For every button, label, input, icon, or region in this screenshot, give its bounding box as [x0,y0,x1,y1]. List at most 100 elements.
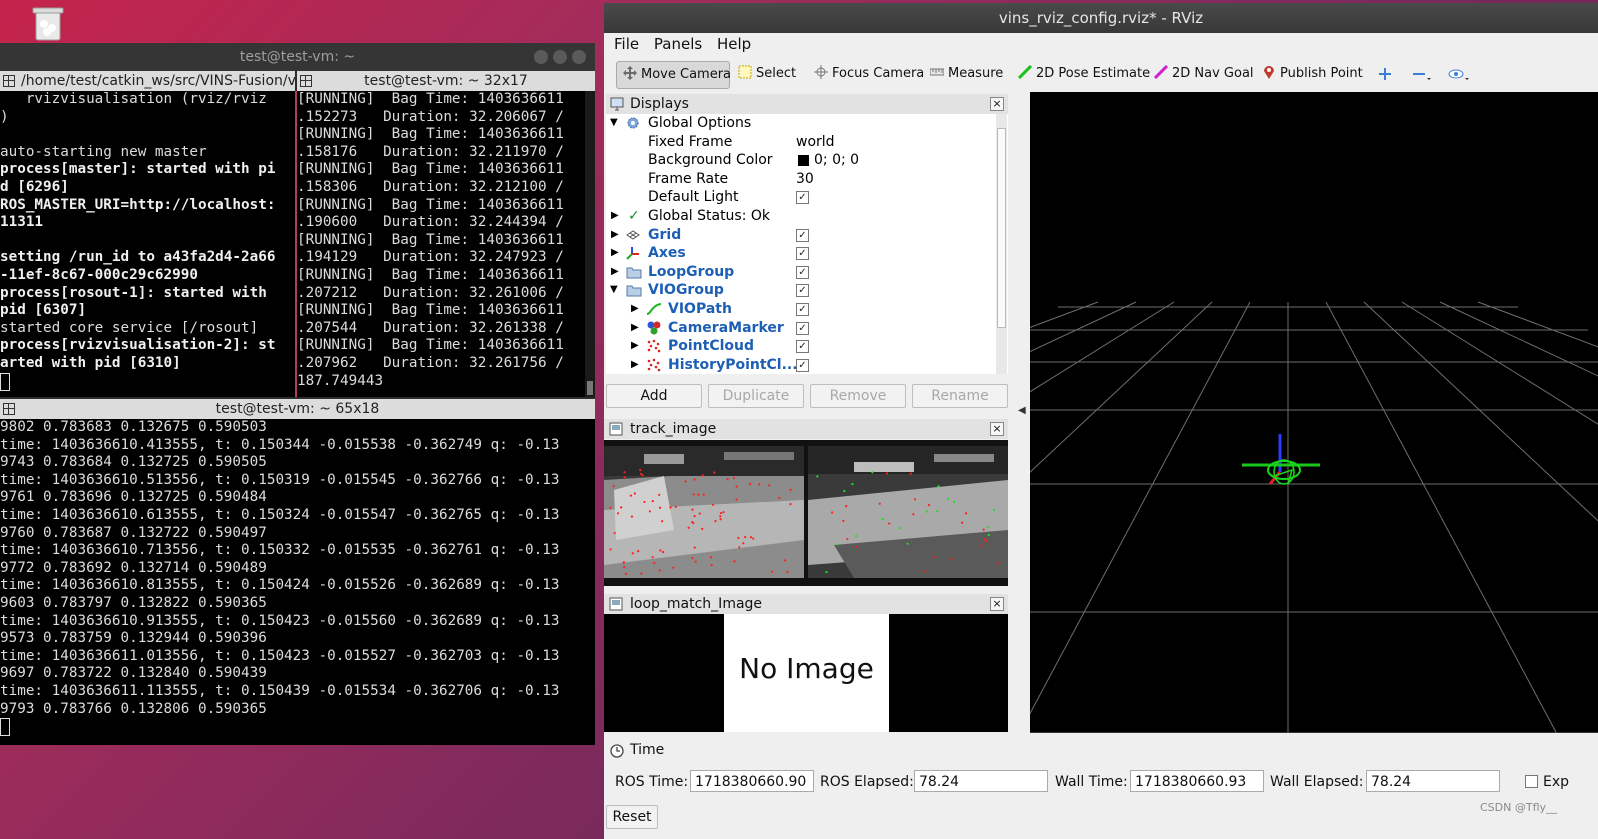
tree-row-viogroup[interactable]: ▼ VIOGroup ✓ [606,281,996,300]
expand-arrow-icon[interactable]: ▶ [631,300,639,319]
select-button[interactable]: Select [732,61,796,87]
terminal-pane-bottom[interactable]: 9802 0.783683 0.132675 0.590503 time: 140… [0,419,595,745]
experimental-checkbox[interactable] [1525,775,1538,788]
viopath-checkbox[interactable]: ✓ [796,303,809,316]
pane-bottom-titlebar[interactable]: test@test-vm: ~ 65x18 [0,399,595,419]
menu-file[interactable]: File [614,33,639,55]
ros-time-field[interactable]: 1718380660.90 [690,770,814,792]
view-menu-button[interactable] [1448,61,1472,87]
terminal-line: time: 1403636611.113555, t: 0.150439 -0.… [0,682,560,699]
expand-arrow-icon[interactable]: ▶ [631,337,639,356]
menu-help[interactable]: Help [717,33,751,55]
terminal-pane-right[interactable]: [RUNNING] Bag Time: 1403636611.152273 Du… [297,91,585,397]
publish-point-button[interactable]: Publish Point [1256,61,1363,87]
terminal-cursor-line [0,372,295,391]
pointcloud-icon [647,358,661,372]
3d-viewport[interactable] [1030,92,1598,733]
frame-rate-label: Frame Rate [648,170,729,187]
background-color-value[interactable]: 0; 0; 0 [814,151,859,170]
remove-display-button[interactable]: Remove [810,384,906,408]
axes-checkbox[interactable]: ✓ [796,247,809,261]
feature-point [629,494,633,497]
pane-right-titlebar[interactable]: test@test-vm: ~ 32x17 [297,71,595,91]
tree-row-loopgroup[interactable]: ▶ LoopGroup ✓ [606,263,996,282]
fixed-frame-value[interactable]: world [796,133,835,152]
close-icon[interactable]: × [990,422,1004,436]
duplicate-display-button[interactable]: Duplicate [708,384,804,408]
nav-goal-button[interactable]: 2D Nav Goal [1148,61,1254,87]
tree-row-historypointcloud[interactable]: ▶ HistoryPointCl... ✓ [606,356,996,374]
frame-rate-value[interactable]: 30 [796,170,814,189]
feature-point [653,561,656,564]
split-grid-icon [300,75,312,87]
grid-checkbox[interactable]: ✓ [796,228,809,242]
nav-goal-icon [1154,65,1168,79]
tree-row-global-options[interactable]: ▼ Global Options [606,114,996,133]
expand-arrow-icon[interactable]: ▶ [611,226,619,245]
feature-point [758,483,761,486]
loopgroup-checkbox[interactable]: ✓ [796,265,809,279]
feature-point [878,502,881,505]
minimize-button[interactable] [534,50,548,64]
tree-row-axes[interactable]: ▶ Axes ✓ [606,244,996,263]
displays-tree[interactable]: ▼ Global Options Fixed Frame world Backg… [606,114,1008,374]
terminal-line: 9743 0.783684 0.132725 0.590505 [0,454,267,471]
collapse-panel-icon[interactable]: ◀ [1018,405,1026,416]
tree-row-pointcloud[interactable]: ▶ PointCloud ✓ [606,337,996,356]
close-icon[interactable]: × [990,597,1004,611]
feature-point [950,558,953,561]
terminal-line: 9603 0.783797 0.132822 0.590365 [0,594,267,611]
terminal-window[interactable]: test@test-vm: ~ /home/test/catkin_ws/src… [0,43,595,745]
feature-point [684,480,687,483]
tree-row-grid[interactable]: ▶ Grid ✓ [606,226,996,245]
default-light-checkbox[interactable]: ✓ [796,191,809,205]
pane-right-scrollbar[interactable] [585,91,595,397]
move-camera-button[interactable]: Move Camera [616,61,732,89]
expand-arrow-icon[interactable]: ▶ [611,244,619,263]
displays-scrollbar[interactable] [996,114,1007,374]
tree-row-fixed-frame[interactable]: Fixed Frame world [606,133,996,152]
pose-estimate-button[interactable]: 2D Pose Estimate [1012,61,1150,87]
close-button[interactable] [572,50,586,64]
menu-panels[interactable]: Panels [654,33,702,55]
terminal-pane-left[interactable]: rvizvisualisation (rviz/rviz) auto-starti… [0,91,295,397]
viogroup-checkbox[interactable]: ✓ [796,284,809,298]
cameramarker-checkbox[interactable]: ✓ [796,321,809,335]
collapse-arrow-icon[interactable]: ▼ [610,281,618,300]
add-tool-button[interactable] [1378,61,1396,87]
rename-display-button[interactable]: Rename [912,384,1008,408]
close-icon[interactable]: × [990,97,1004,111]
feature-point [871,471,874,474]
wall-time-field[interactable]: 1718380660.93 [1130,770,1264,792]
publish-point-label: Publish Point [1280,66,1363,81]
reset-button[interactable]: Reset [606,805,658,829]
expand-arrow-icon[interactable]: ▼ [610,114,618,133]
feature-point [623,566,626,569]
tree-row-viopath[interactable]: ▶ VIOPath ✓ [606,300,996,319]
historypointcloud-checkbox[interactable]: ✓ [796,358,809,372]
ros-elapsed-field[interactable]: 78.24 [914,770,1048,792]
expand-arrow-icon[interactable]: ▶ [611,263,619,282]
rviz-window[interactable]: vins_rviz_config.rviz* - RViz File Panel… [604,3,1598,839]
expand-arrow-icon[interactable]: ▶ [631,319,639,338]
tree-row-frame-rate[interactable]: Frame Rate 30 [606,170,996,189]
pointcloud-checkbox[interactable]: ✓ [796,340,809,354]
expand-arrow-icon[interactable]: ▶ [631,356,639,374]
tree-row-global-status[interactable]: ▶ ✓ Global Status: Ok [606,207,996,226]
focus-camera-button[interactable]: Focus Camera [808,61,924,87]
pane-left-titlebar[interactable]: /home/test/catkin_ws/src/VINS-Fusion/v [0,71,295,91]
trash-icon[interactable] [28,4,68,44]
move-camera-label: Move Camera [641,67,732,82]
tree-row-cameramarker[interactable]: ▶ CameraMarker ✓ [606,319,996,338]
remove-tool-button[interactable] [1412,61,1434,87]
fixed-frame-label: Fixed Frame [648,133,733,150]
terminal-line: pid [6307] [0,302,87,319]
wall-elapsed-field[interactable]: 78.24 [1366,770,1500,792]
measure-button[interactable]: Measure [924,61,1003,87]
tree-row-background-color[interactable]: Background Color 0; 0; 0 [606,151,996,170]
expand-arrow-icon[interactable]: ▶ [611,207,619,226]
add-display-button[interactable]: Add [606,384,702,408]
maximize-button[interactable] [553,50,567,64]
tree-row-default-light[interactable]: Default Light ✓ [606,188,996,207]
